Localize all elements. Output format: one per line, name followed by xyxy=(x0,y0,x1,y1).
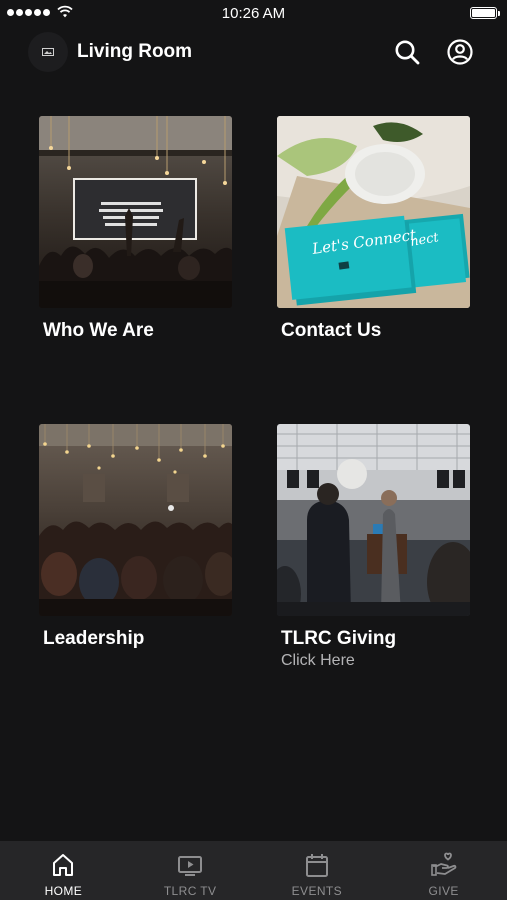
tile-tlrc-giving[interactable]: TLRC Giving Click Here xyxy=(277,424,470,670)
tv-icon xyxy=(178,856,203,876)
tile-subtitle: Click Here xyxy=(281,652,355,669)
tab-label: GIVE xyxy=(428,884,459,898)
tlrc-giving-image xyxy=(277,424,470,616)
tile-title: Contact Us xyxy=(281,320,382,341)
account-button[interactable] xyxy=(446,38,474,66)
battery-tip xyxy=(498,11,500,16)
status-time: 10:26 AM xyxy=(221,5,286,22)
give-hand-icon xyxy=(430,852,456,876)
search-icon xyxy=(395,40,420,65)
page-title: Living Room xyxy=(77,41,193,62)
tab-label: TLRC TV xyxy=(163,884,217,898)
tab-events[interactable]: EVENTS xyxy=(254,841,381,900)
tile-leadership[interactable]: Leadership xyxy=(39,424,232,650)
tile-contact-us[interactable]: nect Let's Connect Contact Us xyxy=(277,116,470,342)
tab-label: HOME xyxy=(44,884,83,898)
who-we-are-image xyxy=(39,116,232,308)
account-icon xyxy=(447,39,473,65)
home-icon xyxy=(53,854,74,876)
tab-give[interactable]: GIVE xyxy=(380,841,507,900)
status-bar: 10:26 AM xyxy=(0,0,507,26)
leadership-image xyxy=(39,424,232,616)
tab-home[interactable]: HOME xyxy=(0,841,127,900)
tab-tlrc-tv[interactable]: TLRC TV xyxy=(127,841,254,900)
bottom-tab-bar: HOME TLRC TV EVENTS GIVE xyxy=(0,841,507,900)
app-header: Living Room xyxy=(0,26,507,78)
search-button[interactable] xyxy=(393,38,421,66)
tab-label: EVENTS xyxy=(291,884,343,898)
battery-icon xyxy=(470,7,497,19)
church-logo[interactable] xyxy=(28,32,68,72)
tile-who-we-are[interactable]: Who We Are xyxy=(39,116,232,342)
tile-title: Who We Are xyxy=(43,320,154,341)
calendar-icon xyxy=(305,854,328,877)
logo-mark-icon xyxy=(42,48,54,56)
tile-title: Leadership xyxy=(43,628,145,649)
contact-us-image: nect Let's Connect xyxy=(277,116,470,308)
tile-title: TLRC Giving xyxy=(281,628,397,649)
